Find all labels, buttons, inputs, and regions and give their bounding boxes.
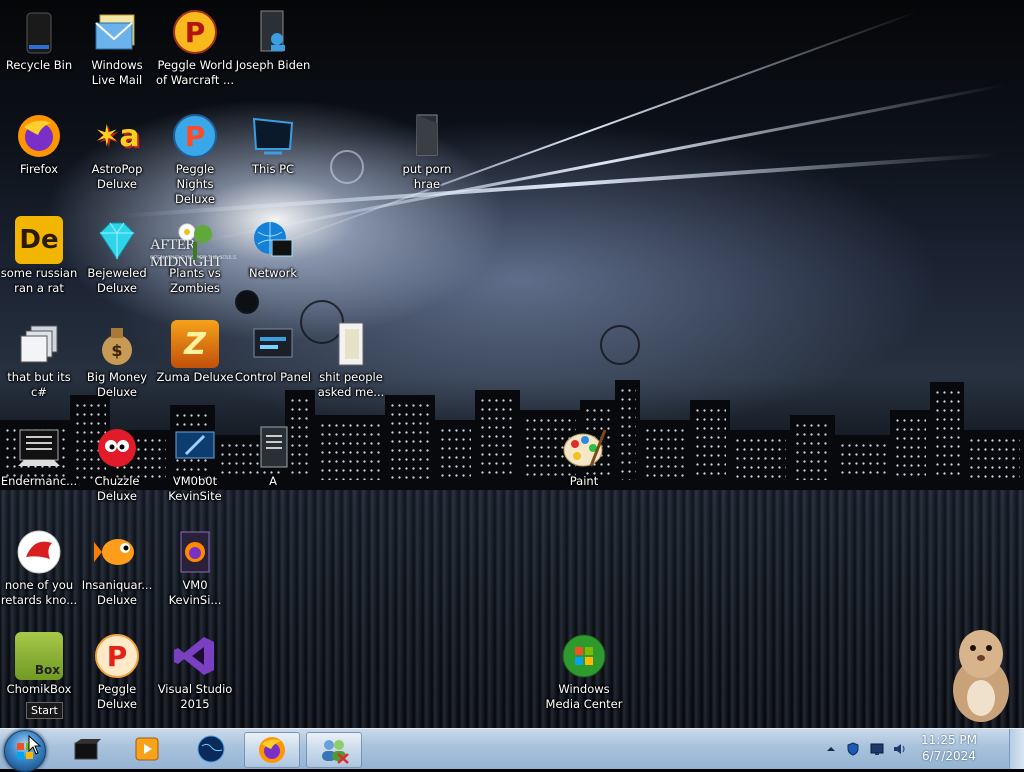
desktop-icon-control-panel[interactable]: Control Panel — [234, 320, 312, 385]
desktop-icon-vm0b0t-kevinsite[interactable]: VM0b0t KevinSite — [156, 424, 234, 504]
desktop-icon-chomikbox[interactable]: Box ChomikBox — [0, 632, 78, 697]
desktop-icon-zuma-deluxe[interactable]: Z Zuma Deluxe — [156, 320, 234, 385]
de-app-icon: De — [15, 216, 63, 264]
peggle-nights-icon: P — [171, 112, 219, 160]
desktop-icon-peggle-deluxe[interactable]: P Peggle Deluxe — [78, 632, 156, 712]
show-desktop-button[interactable] — [1009, 729, 1024, 769]
desktop-icon-bejeweled-deluxe[interactable]: Bejeweled Deluxe — [78, 216, 156, 296]
decor-swirl — [330, 150, 364, 184]
desktop-icon-joseph-biden[interactable]: Joseph Biden — [234, 8, 312, 73]
firefox-icon — [15, 112, 63, 160]
desktop-icon-this-pc[interactable]: This PC — [234, 112, 312, 177]
desktop-icon-put-porn-hrae[interactable]: put porn hrae — [388, 112, 466, 192]
chuzzle-icon — [93, 424, 141, 472]
desktop-icon-peggle-world-of-warcraft[interactable]: P Peggle World of Warcraft ... — [156, 8, 234, 88]
chomikbox-icon: Box — [15, 632, 63, 680]
gem-icon — [93, 216, 141, 264]
paint-palette-icon — [560, 424, 608, 472]
users-icon — [322, 740, 349, 764]
desktop-icon-firefox[interactable]: Firefox — [0, 112, 78, 177]
start-tooltip: Start — [26, 702, 63, 719]
windows-stack-icon — [15, 320, 63, 368]
computer-icon — [249, 112, 297, 160]
peggle-icon: P — [93, 632, 141, 680]
svg-text:P: P — [185, 120, 206, 153]
console-icon — [15, 424, 63, 472]
svg-text:$: $ — [111, 341, 122, 360]
control-panel-icon — [249, 320, 297, 368]
show-hidden-icon[interactable] — [824, 742, 838, 756]
network-icon — [249, 216, 297, 264]
recycle-bin-icon — [15, 8, 63, 56]
plants-vs-zombies-icon — [171, 216, 219, 264]
light-beam — [259, 10, 919, 252]
taskbar-button-media-player[interactable] — [60, 732, 114, 766]
taskbar-button-globe[interactable] — [184, 732, 238, 766]
network-monitor-icon[interactable] — [870, 742, 884, 756]
taskbar-button-users[interactable] — [306, 732, 362, 768]
desktop-icon-a[interactable]: A — [234, 424, 312, 489]
media-center-icon — [560, 632, 608, 680]
mail-icon — [93, 8, 141, 56]
clock-time: 11:25 PM — [921, 733, 977, 747]
desktop-icon-some-russian-ran-a-rat[interactable]: De some russian ran a rat — [0, 216, 78, 296]
desktop-icon-that-but-its-csharp[interactable]: that but its c# — [0, 320, 78, 400]
visual-studio-icon — [171, 632, 219, 680]
desktop-icon-windows-media-center[interactable]: Windows Media Center — [545, 632, 623, 712]
desktop-icon-paint[interactable]: Paint — [545, 424, 623, 489]
clock-date: 6/7/2024 — [922, 749, 976, 763]
desktop-icon-shit-people-asked-me[interactable]: shit people asked me... — [312, 320, 390, 400]
desktop-icon-plants-vs-zombies[interactable]: Plants vs Zombies — [156, 216, 234, 296]
desktop-icon-big-money-deluxe[interactable]: $ Big Money Deluxe — [78, 320, 156, 400]
svg-text:P: P — [185, 16, 206, 49]
taskbar-button-firefox[interactable] — [244, 732, 300, 768]
shield-icon[interactable] — [846, 742, 860, 756]
globe-icon — [197, 735, 225, 763]
firefox-icon — [259, 737, 285, 763]
desktop-icon-windows-live-mail[interactable]: Windows Live Mail — [78, 8, 156, 88]
peggle-icon: P — [171, 8, 219, 56]
astropop-icon: ✶a — [94, 118, 140, 154]
user-folder-icon — [249, 8, 297, 56]
decor-swirl — [235, 290, 259, 314]
firefox-document-icon — [171, 528, 219, 576]
desktop-icon-chuzzle-deluxe[interactable]: Chuzzle Deluxe — [78, 424, 156, 504]
fish-icon — [93, 528, 141, 576]
media-player-icon — [74, 739, 101, 760]
desktop-icon-astropop-deluxe[interactable]: ✶a AstroPop Deluxe — [78, 112, 156, 192]
folder-icon — [403, 112, 451, 160]
tux-paint-icon — [15, 528, 63, 576]
zuma-icon: Z — [171, 320, 219, 368]
desktop-icon-recycle-bin[interactable]: Recycle Bin — [0, 8, 78, 73]
windows-media-player-icon — [135, 737, 159, 761]
svg-text:P: P — [107, 640, 128, 673]
decor-swirl — [600, 325, 640, 365]
desktop-icon-vm0-kevinsite[interactable]: VM0 KevinSi... — [156, 528, 234, 608]
desktop-icon-endermanch[interactable]: Endermanc... — [0, 424, 78, 489]
taskbar-button-windows-media-player[interactable] — [120, 732, 174, 766]
taskbar: 11:25 PM 6/7/2024 — [0, 728, 1024, 772]
vm-icon — [171, 424, 219, 472]
desktop-icon-none-of-you[interactable]: none of you retards kno... — [0, 528, 78, 608]
hamster-mascot[interactable] — [945, 620, 1015, 724]
desktop-icon-visual-studio-2015[interactable]: Visual Studio 2015 — [156, 632, 234, 712]
folder-icon — [327, 320, 375, 368]
mouse-cursor-icon — [28, 735, 42, 755]
money-bag-icon: $ — [93, 320, 141, 368]
file-icon — [249, 424, 297, 472]
desktop-icon-network[interactable]: Network — [234, 216, 312, 281]
desktop-icon-peggle-nights-deluxe[interactable]: P Peggle Nights Deluxe — [156, 112, 234, 207]
desktop-icon-insaniquarium-deluxe[interactable]: Insaniquar... Deluxe — [78, 528, 156, 608]
system-clock[interactable]: 11:25 PM 6/7/2024 — [904, 732, 994, 764]
